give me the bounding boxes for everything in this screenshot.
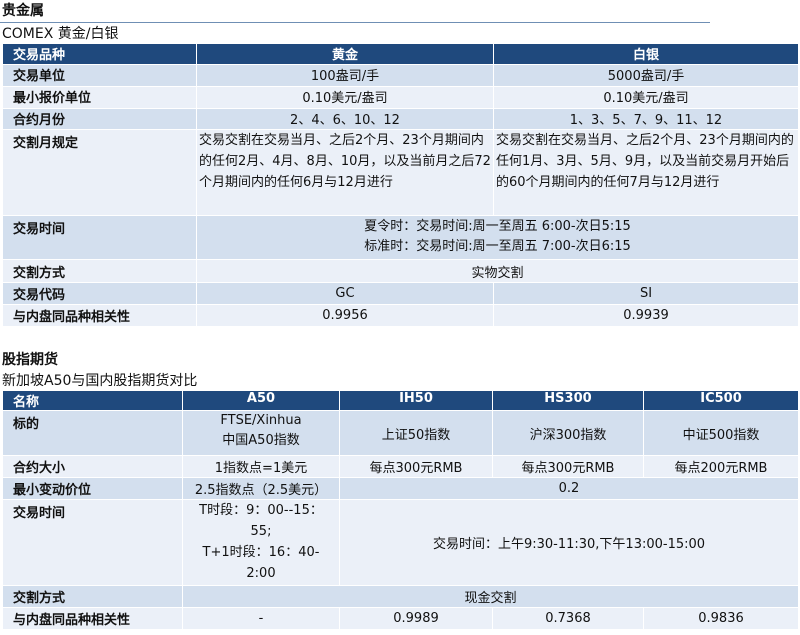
row-label: 交割月规定 [2, 129, 197, 216]
table-row: 最小报价单位 0.10美元/盎司 0.10美元/盎司 [2, 86, 799, 109]
cell-ih50-underlying: 上证50指数 [339, 410, 493, 456]
section-subtitle-a50: 新加坡A50与国内股指期货对比 [2, 373, 198, 389]
cell-ih50-size: 每点300元RMB [339, 455, 493, 478]
cell-a50-size: 1指数点=1美元 [182, 455, 340, 478]
cell-gold-corr: 0.9956 [196, 304, 494, 327]
header-label: 交易品种 [2, 43, 197, 65]
precious-metals-table: 交易品种 黄金 白银 交易单位 100盎司/手 5000盎司/手 最小报价单位 … [2, 43, 799, 327]
cell-domestic-hours: 交易时间：上午9:30-11:30,下午13:00-15:00 [339, 499, 799, 586]
summer-hours: 夏令时：交易时间:周一至周五 6:00-次日5:15 [364, 219, 631, 234]
row-label: 最小变动价位 [2, 477, 183, 500]
cell-line: 2:00 [246, 566, 276, 581]
cell-gold-code: GC [196, 282, 494, 305]
header-label: 名称 [2, 390, 183, 411]
cell-gold-unit: 100盎司/手 [196, 64, 494, 87]
row-label: 最小报价单位 [2, 86, 197, 109]
table-header-row: 名称 A50 IH50 HS300 IC500 [2, 390, 799, 411]
cell-ic500-corr: 0.9836 [643, 607, 799, 630]
row-label: 合约大小 [2, 455, 183, 478]
row-label: 交易代码 [2, 282, 197, 305]
cell-silver-delivery-month: 交易交割在交易当月、之后2个月、23个月期间内的任何1月、3月、5月、9月，以及… [493, 129, 799, 216]
cell-gold-months: 2、4、6、10、12 [196, 108, 494, 130]
cell-line: T时段：9：00--15： [199, 503, 323, 518]
row-label: 交割方式 [2, 585, 183, 608]
cell-hs300-corr: 0.7368 [492, 607, 644, 630]
table-row: 交割月规定 交易交割在交易当月、之后2个月、23个月期间内的任何2月、4月、8月… [2, 129, 799, 216]
cell-gold-tick: 0.10美元/盎司 [196, 86, 494, 109]
row-label: 标的 [2, 410, 183, 456]
standard-hours: 标准时：交易时间:周一至周五 7:00-次日6:15 [364, 239, 631, 254]
cell-silver-months: 1、3、5、7、9、11、12 [493, 108, 799, 130]
header-ic500: IC500 [643, 390, 799, 411]
row-label: 交易时间 [2, 215, 197, 260]
header-ih50: IH50 [339, 390, 493, 411]
row-label: 与内盘同品种相关性 [2, 607, 183, 630]
cell-domestic-tick: 0.2 [339, 477, 799, 500]
row-label: 合约月份 [2, 108, 197, 130]
row-label: 交易时间 [2, 499, 183, 586]
table-header-row: 交易品种 黄金 白银 [2, 43, 799, 65]
cell-a50-hours: T时段：9：00--15： 55; T+1时段：16：40- 2:00 [182, 499, 340, 586]
cell-line: 中国A50指数 [222, 433, 300, 448]
cell-ic500-underlying: 中证500指数 [643, 410, 799, 456]
cell-trading-hours: 夏令时：交易时间:周一至周五 6:00-次日5:15 标准时：交易时间:周一至周… [196, 215, 799, 260]
table-row: 交易时间 T时段：9：00--15： 55; T+1时段：16：40- 2:00… [2, 499, 799, 586]
cell-silver-unit: 5000盎司/手 [493, 64, 799, 87]
table-row: 与内盘同品种相关性 - 0.9989 0.7368 0.9836 [2, 607, 799, 630]
table-row: 交割方式 实物交割 [2, 259, 799, 283]
cell-hs300-size: 每点300元RMB [492, 455, 644, 478]
table-row: 与内盘同品种相关性 0.9956 0.9939 [2, 304, 799, 327]
cell-line: 55; [250, 524, 272, 539]
header-a50: A50 [182, 390, 340, 411]
cell-silver-code: SI [493, 282, 799, 305]
cell-settlement: 现金交割 [182, 585, 799, 608]
cell-ic500-size: 每点200元RMB [643, 455, 799, 478]
cell-settlement: 实物交割 [196, 259, 799, 283]
table-row: 交割方式 现金交割 [2, 585, 799, 608]
row-label: 与内盘同品种相关性 [2, 304, 197, 327]
section-subtitle-comex: COMEX 黄金/白银 [2, 26, 119, 42]
table-row: 合约大小 1指数点=1美元 每点300元RMB 每点300元RMB 每点200元… [2, 455, 799, 478]
cell-silver-corr: 0.9939 [493, 304, 799, 327]
table-row: 最小变动价位 2.5指数点（2.5美元） 0.2 [2, 477, 799, 500]
header-gold: 黄金 [196, 43, 494, 65]
index-futures-table: 名称 A50 IH50 HS300 IC500 标的 FTSE/Xinhua 中… [2, 390, 799, 630]
table-row: 合约月份 2、4、6、10、12 1、3、5、7、9、11、12 [2, 108, 799, 130]
cell-hs300-underlying: 沪深300指数 [492, 410, 644, 456]
cell-line: FTSE/Xinhua [220, 413, 302, 428]
table-row: 交易单位 100盎司/手 5000盎司/手 [2, 64, 799, 87]
section-title-index-futures: 股指期货 [2, 352, 58, 368]
section-title-precious-metals: 贵金属 [2, 3, 44, 19]
header-hs300: HS300 [492, 390, 644, 411]
header-silver: 白银 [493, 43, 799, 65]
table-row: 交易时间 夏令时：交易时间:周一至周五 6:00-次日5:15 标准时：交易时间… [2, 215, 799, 260]
cell-a50-corr: - [182, 607, 340, 630]
cell-a50-underlying: FTSE/Xinhua 中国A50指数 [182, 410, 340, 456]
cell-line: T+1时段：16：40- [202, 545, 320, 560]
cell-silver-tick: 0.10美元/盎司 [493, 86, 799, 109]
cell-gold-delivery-month: 交易交割在交易当月、之后2个月、23个月期间内的任何2月、4月、8月、10月，以… [196, 129, 494, 216]
row-label: 交易单位 [2, 64, 197, 87]
table-row: 标的 FTSE/Xinhua 中国A50指数 上证50指数 沪深300指数 中证… [2, 410, 799, 456]
cell-a50-tick: 2.5指数点（2.5美元） [182, 477, 340, 500]
table-row: 交易代码 GC SI [2, 282, 799, 305]
row-label: 交割方式 [2, 259, 197, 283]
cell-ih50-corr: 0.9989 [339, 607, 493, 630]
